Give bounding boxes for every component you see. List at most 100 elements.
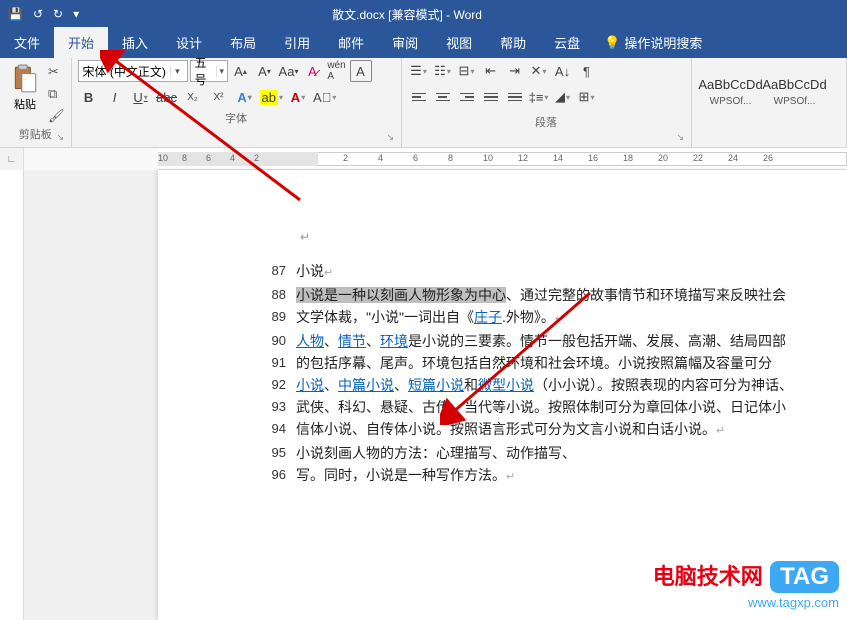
hyperlink[interactable]: 小说 bbox=[296, 377, 324, 393]
superscript-button[interactable]: X² bbox=[208, 86, 230, 108]
text-run[interactable]: 的包括序幕、尾声。环境包括自然环境和社会环境。小说按照篇幅及容量可分 bbox=[296, 355, 772, 371]
line-text[interactable]: 小说是一种以刻画人物形象为中心、通过完整的故事情节和环境描写来反映社会 bbox=[296, 284, 847, 306]
tab-review[interactable]: 审阅 bbox=[378, 27, 432, 58]
tab-layout[interactable]: 布局 bbox=[216, 27, 270, 58]
format-painter-icon[interactable]: 🖌 bbox=[48, 108, 65, 124]
increase-indent-button[interactable]: ⇥ bbox=[504, 60, 526, 82]
line-text[interactable]: 人物、情节、环境是小说的三要素。情节一般包括开端、发展、高潮、结局四部 bbox=[296, 330, 847, 352]
tab-references[interactable]: 引用 bbox=[270, 27, 324, 58]
numbering-button[interactable]: ☷ bbox=[432, 60, 454, 82]
underline-button[interactable]: U bbox=[130, 86, 152, 108]
shrink-font-button[interactable]: A▾ bbox=[254, 60, 276, 82]
doc-line[interactable]: 87小说↵ bbox=[158, 260, 847, 284]
grow-font-button[interactable]: A▴ bbox=[230, 60, 252, 82]
text-run[interactable]: 、 bbox=[394, 377, 408, 393]
style-item-1[interactable]: AaBbCcDd WPSOf... bbox=[702, 64, 760, 119]
hyperlink[interactable]: 环境 bbox=[380, 333, 408, 349]
highlight-button[interactable]: ab bbox=[260, 86, 283, 108]
text-run[interactable]: 小说 bbox=[296, 263, 324, 279]
font-size-combo[interactable]: 五号 ▾ bbox=[190, 60, 228, 82]
text-run[interactable]: .外物》。 bbox=[502, 309, 555, 325]
hyperlink[interactable]: 人物 bbox=[296, 333, 324, 349]
chevron-down-icon[interactable]: ▾ bbox=[216, 66, 226, 77]
text-run[interactable]: 、 bbox=[324, 333, 338, 349]
doc-line[interactable]: 95小说刻画人物的方法：心理描写、动作描写、 bbox=[158, 442, 847, 464]
asian-layout-button[interactable]: ✕ bbox=[528, 60, 550, 82]
hyperlink[interactable]: 微型小说 bbox=[478, 377, 534, 393]
align-right-button[interactable] bbox=[456, 86, 478, 108]
tab-help[interactable]: 帮助 bbox=[486, 27, 540, 58]
tab-mailings[interactable]: 邮件 bbox=[324, 27, 378, 58]
doc-line[interactable]: 92小说、中篇小说、短篇小说和微型小说（小小说）。按照表现的内容可分为神话、 bbox=[158, 374, 847, 396]
bold-button[interactable]: B bbox=[78, 86, 100, 108]
decrease-indent-button[interactable]: ⇤ bbox=[480, 60, 502, 82]
ruler-corner[interactable]: ∟ bbox=[0, 148, 24, 170]
doc-line[interactable]: 96写。同时，小说是一种写作方法。↵ bbox=[158, 464, 847, 488]
line-text[interactable]: 写。同时，小说是一种写作方法。↵ bbox=[296, 464, 847, 488]
text-effects-button[interactable]: A bbox=[234, 86, 256, 108]
char-border-button[interactable]: A bbox=[350, 60, 372, 82]
qat-more-icon[interactable]: ▾ bbox=[73, 7, 79, 21]
paste-button[interactable]: 粘贴 bbox=[6, 60, 44, 124]
clear-format-button[interactable]: A̷ bbox=[302, 60, 324, 82]
line-text[interactable]: 小说、中篇小说、短篇小说和微型小说（小小说）。按照表现的内容可分为神话、 bbox=[296, 374, 847, 396]
style-item-2[interactable]: AaBbCcDd WPSOf... bbox=[766, 64, 824, 119]
cut-icon[interactable]: ✂ bbox=[48, 64, 65, 80]
copy-icon[interactable]: ⧉ bbox=[48, 86, 65, 102]
text-run[interactable]: 武侠、科幻、悬疑、古传、当代等小说。按照体制可分为章回体小说、日记体小 bbox=[296, 399, 786, 415]
text-run[interactable]: 和 bbox=[464, 377, 478, 393]
doc-line[interactable]: 90人物、情节、环境是小说的三要素。情节一般包括开端、发展、高潮、结局四部 bbox=[158, 330, 847, 352]
hyperlink[interactable]: 情节 bbox=[338, 333, 366, 349]
chevron-down-icon[interactable]: ▾ bbox=[170, 66, 184, 77]
multilevel-button[interactable]: ⊟ bbox=[456, 60, 478, 82]
font-name-combo[interactable]: 宋体 (中文正文) ▾ bbox=[78, 60, 188, 82]
shading-button[interactable]: ◢ bbox=[552, 86, 574, 108]
line-text[interactable]: 武侠、科幻、悬疑、古传、当代等小说。按照体制可分为章回体小说、日记体小 bbox=[296, 396, 847, 418]
italic-button[interactable]: I bbox=[104, 86, 126, 108]
text-run[interactable]: 、 bbox=[366, 333, 380, 349]
tab-home[interactable]: 开始 bbox=[54, 27, 108, 58]
sort-button[interactable]: A↓ bbox=[552, 60, 574, 82]
line-text[interactable]: 小说刻画人物的方法：心理描写、动作描写、 bbox=[296, 442, 847, 464]
document-body[interactable]: 87小说↵88小说是一种以刻画人物形象为中心、通过完整的故事情节和环境描写来反映… bbox=[158, 260, 847, 488]
text-run[interactable]: 写。同时，小说是一种写作方法。 bbox=[296, 467, 506, 483]
hyperlink[interactable]: 中篇小说 bbox=[338, 377, 394, 393]
doc-line[interactable]: 88小说是一种以刻画人物形象为中心、通过完整的故事情节和环境描写来反映社会 bbox=[158, 284, 847, 306]
text-run[interactable]: （小小说）。按照表现的内容可分为神话、 bbox=[534, 377, 793, 393]
ruler-vertical[interactable] bbox=[0, 170, 24, 620]
align-distribute-button[interactable] bbox=[504, 86, 526, 108]
doc-line[interactable]: 93武侠、科幻、悬疑、古传、当代等小说。按照体制可分为章回体小说、日记体小 bbox=[158, 396, 847, 418]
doc-line[interactable]: 91的包括序幕、尾声。环境包括自然环境和社会环境。小说按照篇幅及容量可分 bbox=[158, 352, 847, 374]
strikethrough-button[interactable]: abc bbox=[156, 86, 178, 108]
document-page[interactable]: ↵ 87小说↵88小说是一种以刻画人物形象为中心、通过完整的故事情节和环境描写来… bbox=[158, 170, 847, 620]
redo-icon[interactable]: ↻ bbox=[53, 7, 63, 21]
paragraph-launcher-icon[interactable]: ↘ bbox=[677, 132, 689, 144]
doc-line[interactable]: 94信体小说、自传体小说。按照语言形式可分为文言小说和白话小说。↵ bbox=[158, 418, 847, 442]
text-run[interactable]: 信体小说、自传体小说。按照语言形式可分为文言小说和白话小说。 bbox=[296, 421, 716, 437]
text-run[interactable]: 是小说的三要素。情节一般包括开端、发展、高潮、结局四部 bbox=[408, 333, 786, 349]
line-text[interactable]: 小说↵ bbox=[296, 260, 847, 284]
tab-file[interactable]: 文件 bbox=[0, 27, 54, 58]
doc-line[interactable]: 89文学体裁，"小说"一词出自《庄子.外物》。↵ bbox=[158, 306, 847, 330]
text-run[interactable]: 、通过完整的故事情节和环境描写来反映社会 bbox=[506, 287, 786, 303]
text-run[interactable]: 、 bbox=[324, 377, 338, 393]
align-center-button[interactable] bbox=[432, 86, 454, 108]
save-icon[interactable]: 💾 bbox=[8, 7, 23, 21]
text-run[interactable]: 文学体裁，"小说"一词出自《 bbox=[296, 309, 474, 325]
selected-text[interactable]: 小说是一种以刻画人物形象为中心 bbox=[296, 287, 506, 303]
tell-me-search[interactable]: 💡 操作说明搜索 bbox=[594, 27, 712, 58]
align-left-button[interactable] bbox=[408, 86, 430, 108]
tab-insert[interactable]: 插入 bbox=[108, 27, 162, 58]
phonetic-guide-button[interactable]: wénA bbox=[326, 60, 348, 82]
line-spacing-button[interactable]: ‡≡ bbox=[528, 86, 550, 108]
line-text[interactable]: 的包括序幕、尾声。环境包括自然环境和社会环境。小说按照篇幅及容量可分 bbox=[296, 352, 847, 374]
ruler-horizontal[interactable]: 1086422468101214161820222426 bbox=[158, 148, 847, 170]
bullets-button[interactable]: ☰ bbox=[408, 60, 430, 82]
borders-button[interactable]: ⊞ bbox=[576, 86, 598, 108]
subscript-button[interactable]: X₂ bbox=[182, 86, 204, 108]
text-run[interactable]: 小说刻画人物的方法：心理描写、动作描写、 bbox=[296, 445, 576, 461]
tab-cloud[interactable]: 云盘 bbox=[540, 27, 594, 58]
show-marks-button[interactable]: ¶ bbox=[576, 60, 598, 82]
align-justify-button[interactable] bbox=[480, 86, 502, 108]
font-color-button[interactable]: A bbox=[287, 86, 309, 108]
